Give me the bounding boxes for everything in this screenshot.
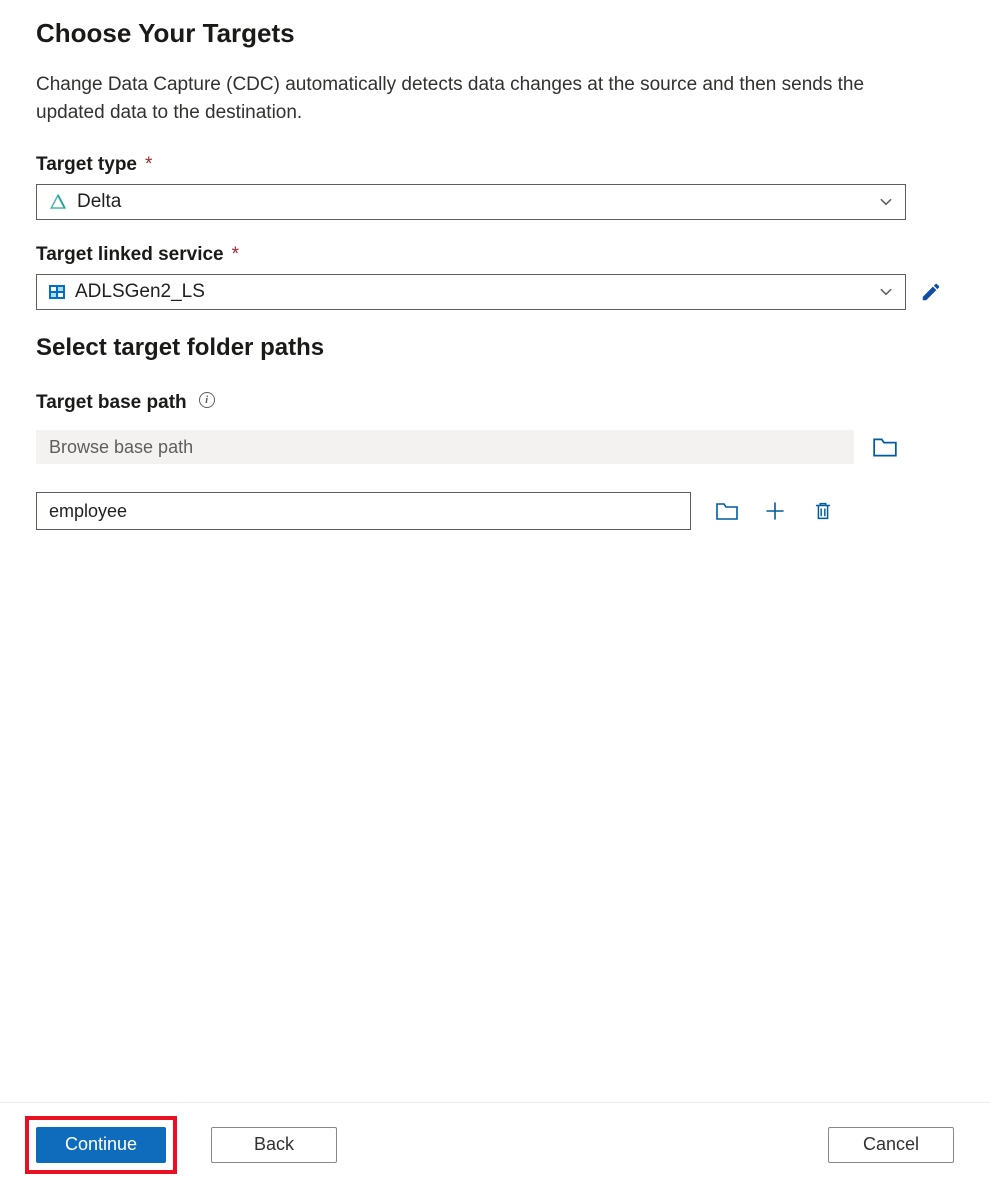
delta-icon [49,193,67,211]
page-title: Choose Your Targets [36,18,954,49]
target-type-label: Target type* [36,154,152,176]
delete-path-button[interactable] [811,499,835,523]
page-description: Change Data Capture (CDC) automatically … [36,71,926,126]
edit-linked-service-button[interactable] [920,281,942,303]
wizard-footer: Continue Back Cancel [0,1102,990,1186]
browse-base-path-button[interactable] [872,436,898,458]
target-type-select[interactable]: Delta [36,184,906,220]
chevron-down-icon [879,285,893,299]
target-linked-service-value: ADLSGen2_LS [75,281,205,303]
target-type-value: Delta [77,191,121,213]
info-icon[interactable]: i [199,392,215,408]
target-linked-service-select[interactable]: ADLSGen2_LS [36,274,906,310]
base-path-input[interactable] [36,430,854,464]
required-indicator: * [232,244,239,266]
add-path-button[interactable] [763,499,787,523]
target-linked-service-label: Target linked service* [36,244,239,266]
continue-highlight: Continue [25,1116,177,1174]
folder-paths-section-title: Select target folder paths [36,334,954,362]
folder-path-input[interactable] [36,492,691,530]
browse-folder-button[interactable] [715,499,739,523]
storage-icon [49,285,65,299]
continue-button[interactable]: Continue [36,1127,166,1163]
cancel-button[interactable]: Cancel [828,1127,954,1163]
target-base-path-label: Target base path i [36,392,215,414]
chevron-down-icon [879,195,893,209]
required-indicator: * [145,154,152,176]
back-button[interactable]: Back [211,1127,337,1163]
